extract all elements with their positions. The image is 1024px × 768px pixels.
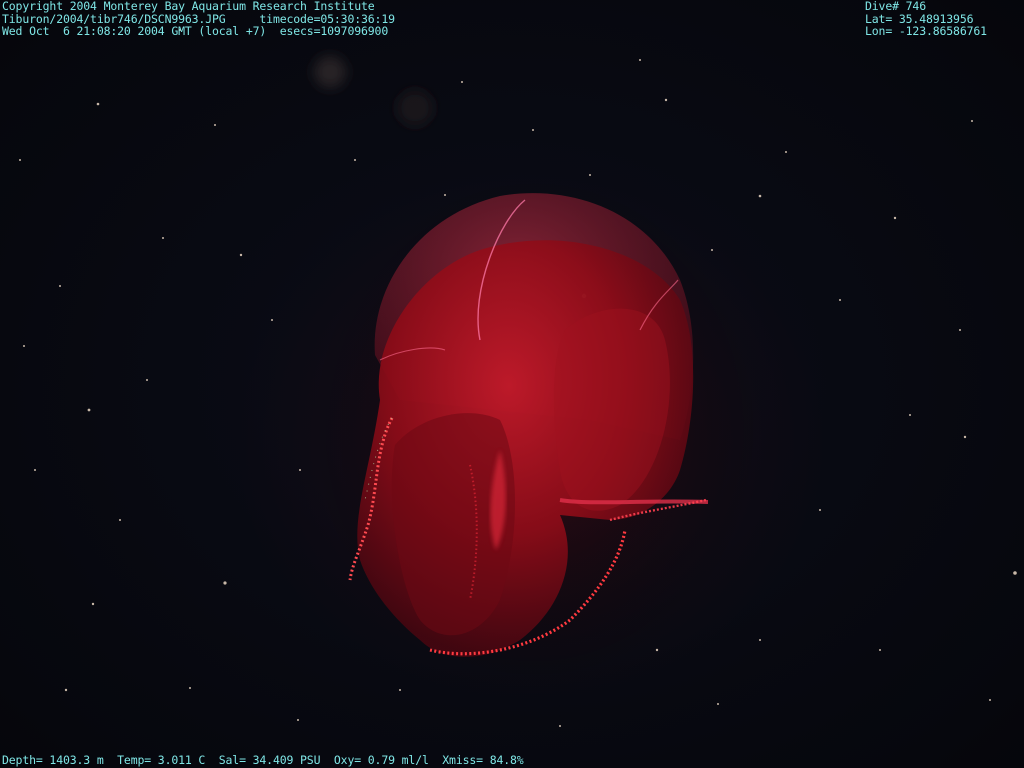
- longitude: Lon= -123.86586761: [865, 24, 987, 38]
- copyright-line: Copyright 2004 Monterey Bay Aquarium Res…: [2, 0, 375, 13]
- underwater-photo-frame: Copyright 2004 Monterey Bay Aquarium Res…: [0, 0, 1024, 768]
- sensor-readout-footer: Depth= 1403.3 m Temp= 3.011 C Sal= 34.40…: [2, 753, 524, 767]
- dive-number: Dive# 746: [865, 0, 926, 13]
- blurred-particles: [314, 56, 433, 126]
- header-left-overlay: Copyright 2004 Monterey Bay Aquarium Res…: [2, 0, 395, 38]
- datetime-esecs-line: Wed Oct 6 21:08:20 2004 GMT (local +7) e…: [2, 24, 389, 38]
- deep-sea-scene: [19, 29, 1017, 727]
- header-right-overlay: Dive# 746 Lat= 35.48913956 Lon= -123.86586…: [865, 0, 987, 38]
